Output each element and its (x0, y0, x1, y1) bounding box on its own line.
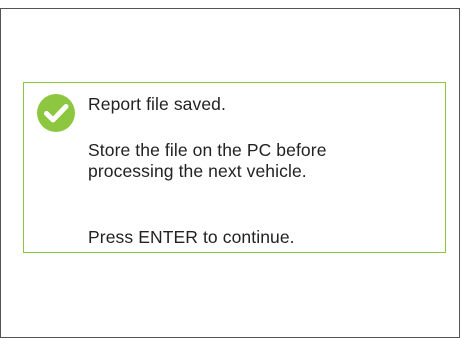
dialog-message: Store the file on the PC before processi… (88, 140, 408, 182)
dialog-message-line-2: processing the next vehicle. (88, 161, 307, 181)
dialog-title: Report file saved. (88, 94, 226, 114)
dialog-message-line-1: Store the file on the PC before (88, 140, 327, 160)
report-saved-dialog: Report file saved. Store the file on the… (23, 82, 446, 253)
check-circle-icon (37, 94, 75, 132)
continue-prompt: Press ENTER to continue. (88, 227, 295, 247)
